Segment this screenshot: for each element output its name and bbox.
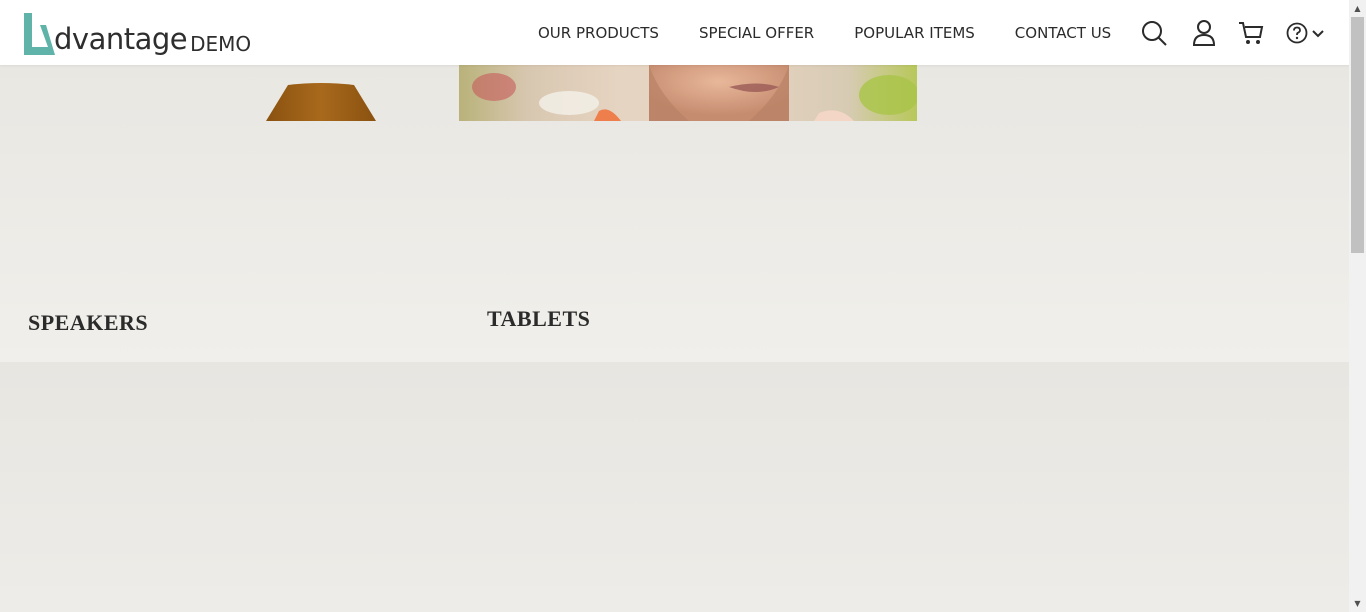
category-row-top: SPEAKERS TABLETS <box>0 65 1349 362</box>
chevron-down-icon[interactable] <box>1312 28 1324 38</box>
category-tablets-title[interactable]: TABLETS <box>487 306 590 332</box>
header-icons <box>1140 0 1324 65</box>
cart-icon[interactable] <box>1238 20 1264 46</box>
help-icon[interactable] <box>1286 22 1308 44</box>
header: dvantage DEMO OUR PRODUCTS SPECIAL OFFER… <box>0 0 1349 65</box>
logo-brand-text: dvantage <box>54 22 188 56</box>
category-row-bottom <box>0 362 1349 612</box>
logo-mark-icon <box>24 13 55 55</box>
vertical-scrollbar[interactable]: ▲ ▼ <box>1349 0 1366 612</box>
speakers-image[interactable] <box>266 82 376 121</box>
nav-popular-items[interactable]: POPULAR ITEMS <box>854 24 975 42</box>
scroll-down-arrow-icon[interactable]: ▼ <box>1349 595 1366 612</box>
logo-sub-text: DEMO <box>190 32 252 56</box>
category-speakers-title[interactable]: SPEAKERS <box>28 310 148 336</box>
nav-our-products[interactable]: OUR PRODUCTS <box>538 24 659 42</box>
main-nav: OUR PRODUCTS SPECIAL OFFER POPULAR ITEMS… <box>538 0 1151 65</box>
logo[interactable]: dvantage DEMO <box>22 9 251 57</box>
category-grid: SPEAKERS TABLETS <box>0 65 1349 612</box>
page: dvantage DEMO OUR PRODUCTS SPECIAL OFFER… <box>0 0 1349 612</box>
nav-contact-us[interactable]: CONTACT US <box>1015 24 1111 42</box>
scroll-thumb[interactable] <box>1351 17 1364 253</box>
nav-special-offer[interactable]: SPECIAL OFFER <box>699 24 814 42</box>
user-icon[interactable] <box>1192 19 1216 47</box>
scroll-up-arrow-icon[interactable]: ▲ <box>1349 0 1366 17</box>
search-icon[interactable] <box>1140 19 1168 47</box>
tablets-image[interactable] <box>459 65 917 121</box>
